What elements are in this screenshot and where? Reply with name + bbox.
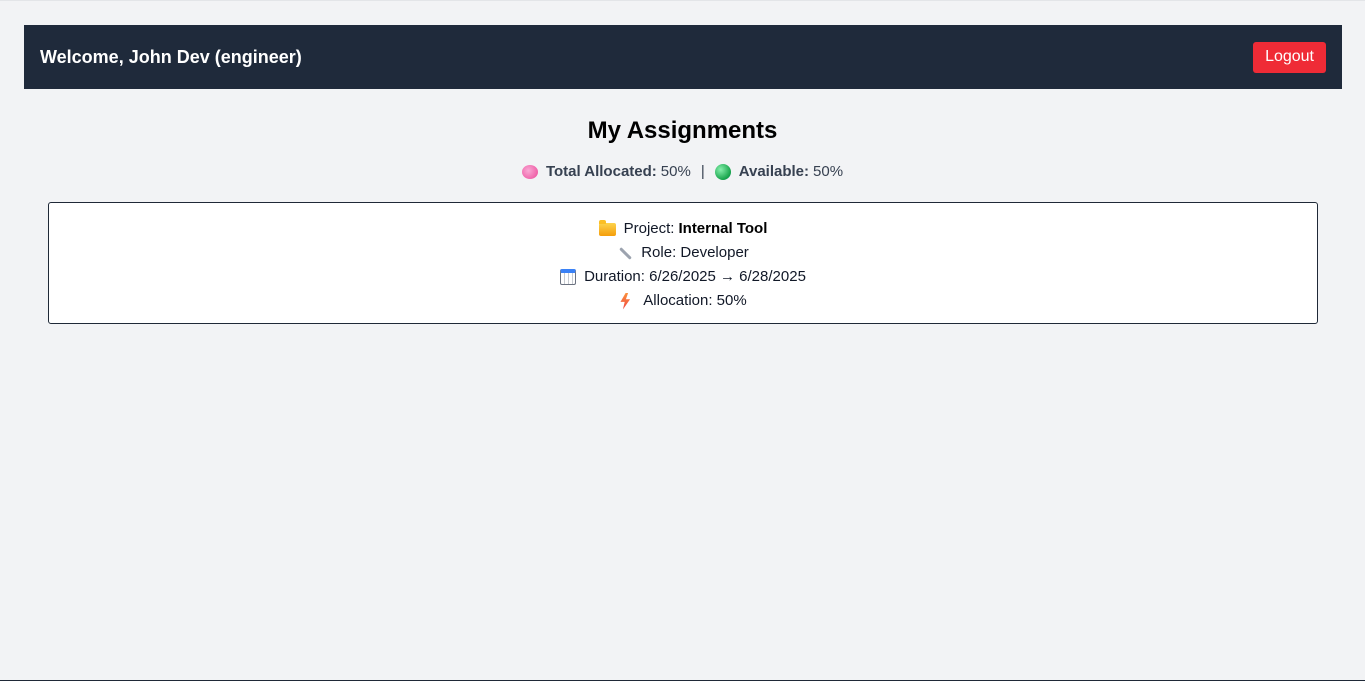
globe-icon (714, 163, 731, 180)
duration-text: Duration: 6/26/2025 → 6/28/2025 (584, 268, 806, 285)
calendar-icon (560, 269, 577, 285)
brain-icon (521, 164, 538, 179)
allocation-summary: Total Allocated: 50% | Available: 50% (0, 163, 1365, 180)
assignment-card: Project: Internal Tool Role: Developer D… (48, 202, 1318, 324)
summary-separator: | (700, 163, 705, 180)
available-value: 50% (813, 163, 844, 180)
page: Welcome, John Dev (engineer) Logout My A… (0, 0, 1365, 681)
wrench-icon (617, 245, 633, 261)
allocation-text: Allocation: 50% (643, 292, 747, 309)
top-bar: Welcome, John Dev (engineer) Logout (24, 25, 1342, 89)
available-label: Available: (738, 163, 810, 180)
folder-icon (598, 219, 616, 236)
total-allocated-label: Total Allocated: (545, 163, 657, 180)
assignment-project-row: Project: Internal Tool (49, 217, 1317, 241)
assignment-allocation-row: Allocation: 50% (49, 289, 1317, 313)
project-name: Internal Tool (678, 220, 768, 237)
lightning-icon (620, 292, 631, 310)
project-label: Project: (623, 220, 675, 237)
total-allocated-value: 50% (660, 163, 691, 180)
role-text: Role: Developer (641, 244, 749, 261)
welcome-message: Welcome, John Dev (engineer) (40, 46, 302, 67)
logout-button[interactable]: Logout (1253, 41, 1326, 73)
assignment-duration-row: Duration: 6/26/2025 → 6/28/2025 (49, 265, 1317, 289)
page-title: My Assignments (587, 117, 778, 144)
assignment-role-row: Role: Developer (49, 241, 1317, 265)
